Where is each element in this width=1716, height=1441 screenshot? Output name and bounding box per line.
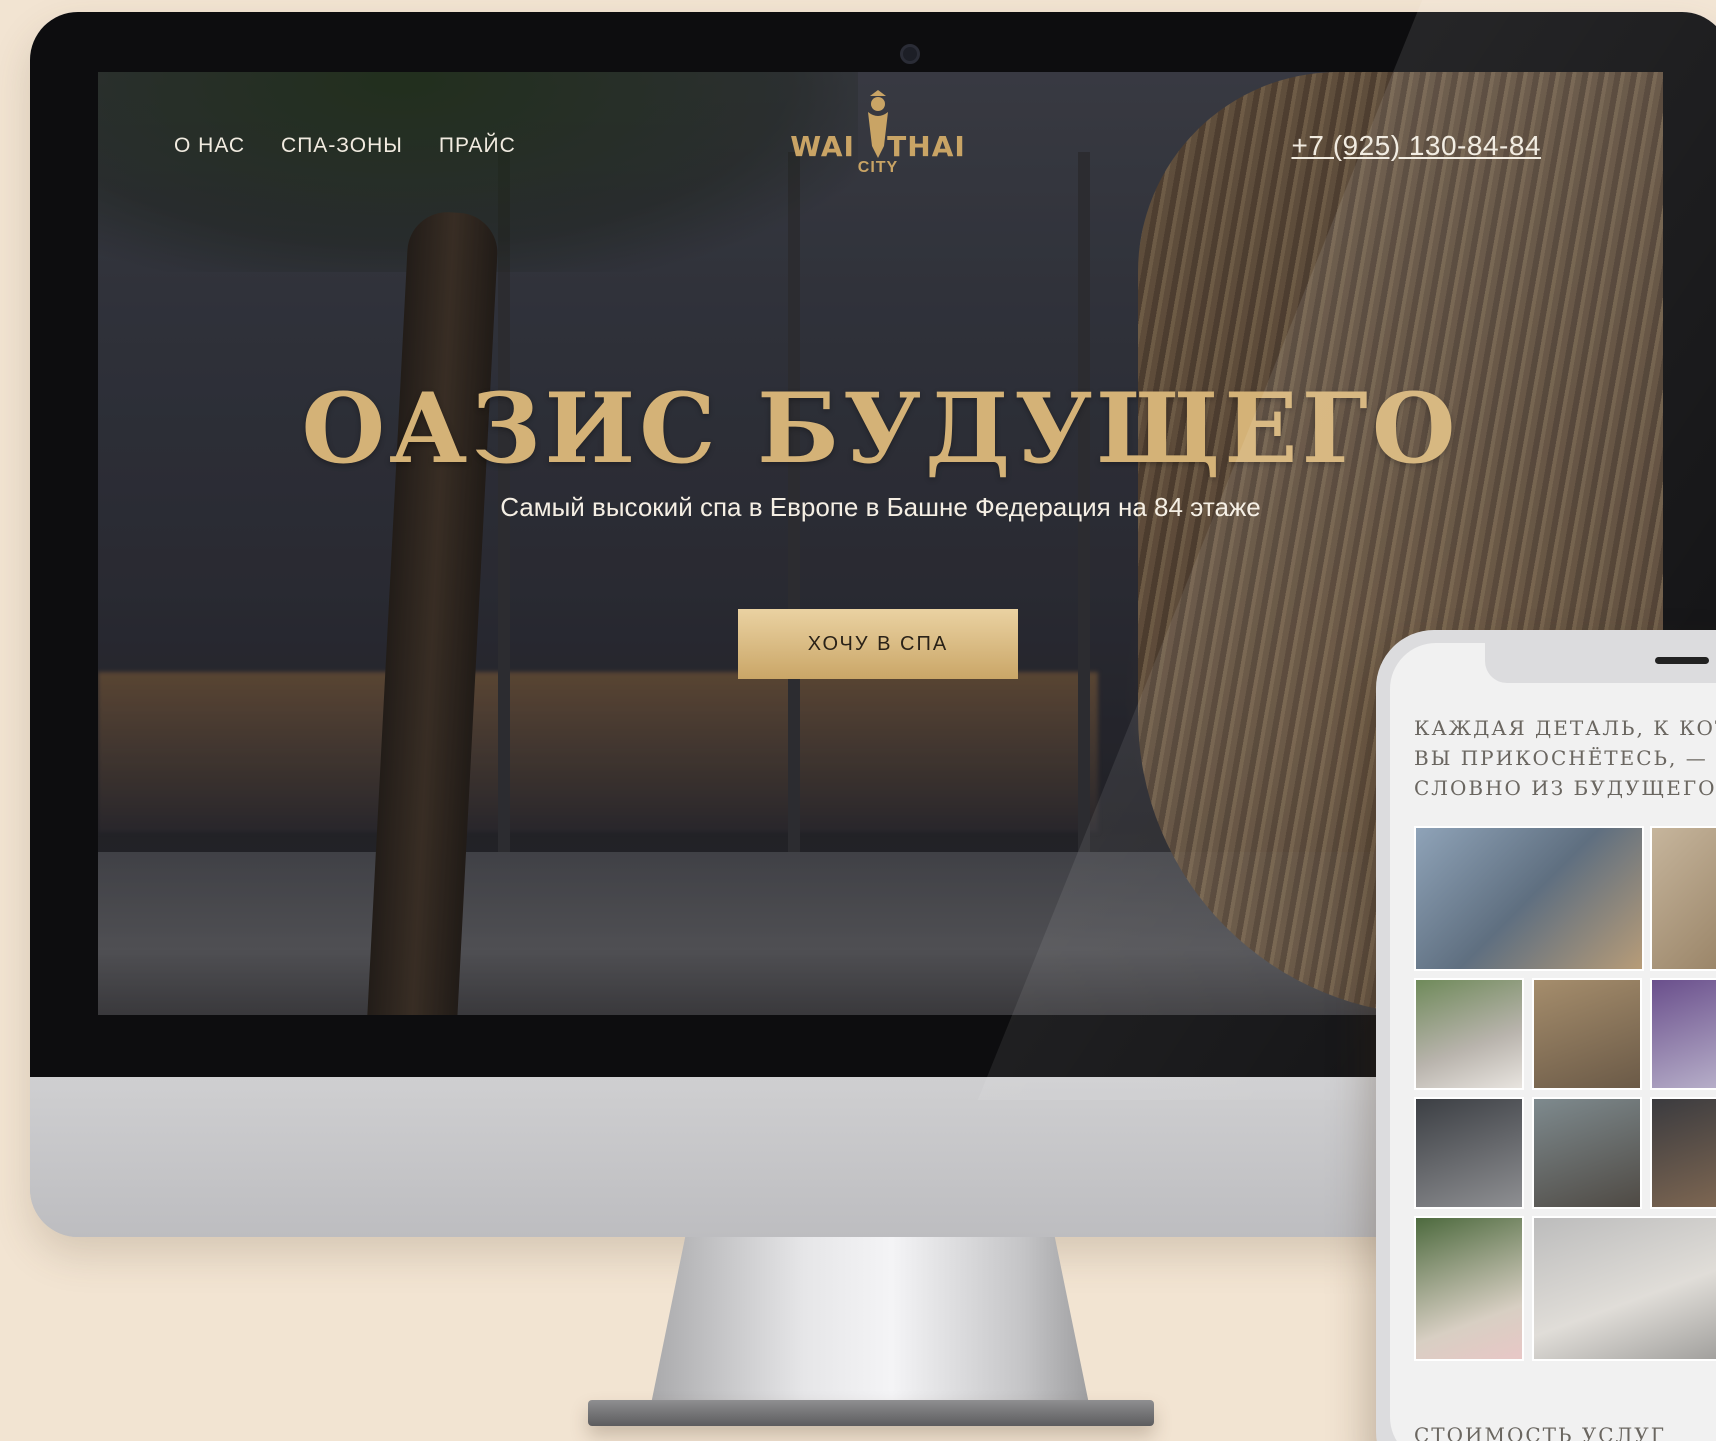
mobile-heading-line: КАЖДАЯ ДЕТАЛЬ, К КОТОР bbox=[1414, 716, 1716, 740]
gallery-photo[interactable] bbox=[1414, 978, 1524, 1090]
mobile-price-heading: СТОИМОСТЬ УСЛУГ bbox=[1414, 1423, 1666, 1441]
header-phone[interactable]: +7 (925) 130-84-84 bbox=[1291, 130, 1541, 162]
main-nav: О НАС СПА-ЗОНЫ ПРАЙС bbox=[174, 134, 516, 158]
imac-stand bbox=[650, 1237, 1090, 1409]
nav-price[interactable]: ПРАЙС bbox=[439, 134, 516, 158]
imac-stand-base bbox=[588, 1400, 1154, 1426]
hero-title: ОАЗИС БУДУЩЕГО bbox=[301, 372, 1460, 485]
camera-icon bbox=[900, 44, 920, 64]
nav-spa-zones[interactable]: СПА-ЗОНЫ bbox=[281, 134, 403, 158]
gallery-photo[interactable] bbox=[1650, 826, 1716, 971]
gallery-photo[interactable] bbox=[1532, 978, 1642, 1090]
logo-emblem-icon bbox=[856, 90, 900, 160]
gallery-photo[interactable] bbox=[1532, 1216, 1716, 1361]
mobile-heading-line: ВЫ ПРИКОСНЁТЕСЬ, — БУД bbox=[1414, 746, 1716, 770]
phone-notch bbox=[1485, 643, 1716, 683]
speaker-icon bbox=[1655, 657, 1709, 664]
site-logo[interactable]: WAI THAI CITY bbox=[778, 90, 978, 177]
phone-screen: КАЖДАЯ ДЕТАЛЬ, К КОТОР ВЫ ПРИКОСНЁТЕСЬ, … bbox=[1390, 643, 1716, 1441]
logo-wordmark-left: WAI bbox=[790, 130, 855, 163]
gallery-photo[interactable] bbox=[1414, 826, 1644, 971]
hero-subtitle: Самый высокий спа в Европе в Башне Федер… bbox=[500, 492, 1261, 522]
mobile-heading-line: СЛОВНО ИЗ БУДУЩЕГО bbox=[1414, 776, 1716, 800]
mobile-section-heading: КАЖДАЯ ДЕТАЛЬ, К КОТОР ВЫ ПРИКОСНЁТЕСЬ, … bbox=[1414, 713, 1716, 803]
gallery-photo[interactable] bbox=[1650, 1097, 1716, 1209]
nav-about[interactable]: О НАС bbox=[174, 134, 245, 158]
gallery-photo[interactable] bbox=[1414, 1097, 1524, 1209]
gallery-photo[interactable] bbox=[1650, 978, 1716, 1090]
gallery-photo[interactable] bbox=[1532, 1097, 1642, 1209]
cta-button[interactable]: ХОЧУ В СПА bbox=[738, 609, 1018, 679]
gallery-photo[interactable] bbox=[1414, 1216, 1524, 1361]
